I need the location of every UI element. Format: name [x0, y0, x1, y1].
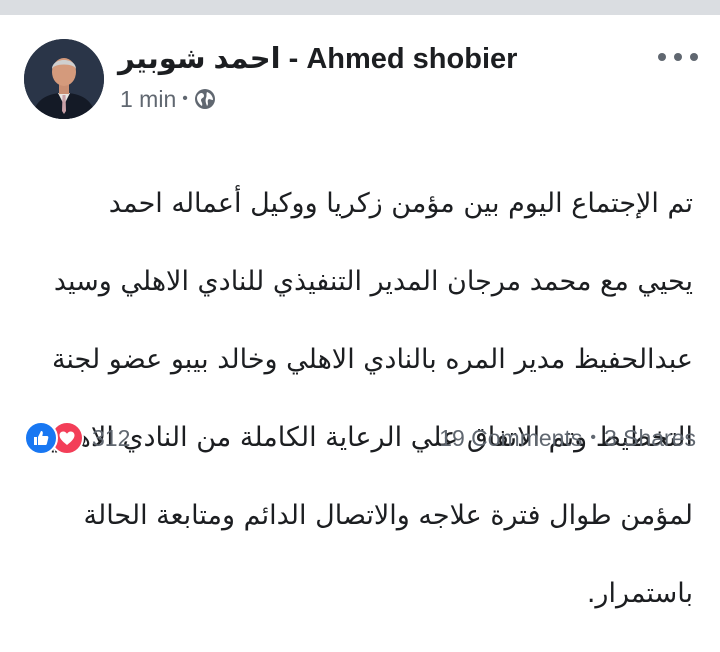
reaction-count: 312 — [92, 424, 131, 451]
more-options-icon[interactable] — [658, 44, 698, 70]
post-body-line: يحيي مع محمد مرجان المدير التنفيذي للناد… — [53, 266, 693, 297]
post-meta: 1 min • — [120, 86, 216, 112]
author-avatar[interactable] — [24, 39, 104, 119]
author-name[interactable]: احمد شوبير - Ahmed shobier — [118, 41, 517, 77]
post-timestamp[interactable]: 1 min — [120, 86, 176, 113]
post-body-line: باستمرار. — [586, 578, 693, 609]
globe-icon[interactable] — [194, 88, 216, 110]
engagement-stats: 19 Comments • 3 Shares — [439, 421, 696, 455]
meta-separator: • — [182, 90, 188, 107]
post-body-line: لمؤمن طوال فترة علاجه والاتصال الدائم وم… — [83, 500, 694, 531]
like-icon — [24, 421, 58, 455]
comments-link[interactable]: 19 Comments — [439, 425, 582, 452]
post-card: احمد شوبير - Ahmed shobier 1 min • تم ال… — [0, 15, 720, 609]
post-body: تم الإجتماع اليوم بين مؤمن زكريا ووكيل أ… — [30, 145, 693, 652]
post-body-line: تم الإجتماع اليوم بين مؤمن زكريا ووكيل أ… — [108, 188, 693, 219]
shares-link[interactable]: 3 Shares — [604, 425, 696, 452]
reactions-summary[interactable]: 312 — [24, 421, 130, 455]
avatar-photo — [24, 39, 104, 119]
post-body-line: عبدالحفيظ مدير المره بالنادي الاهلي وخال… — [51, 344, 693, 375]
top-divider — [0, 0, 720, 15]
stats-separator: • — [590, 429, 596, 446]
post-footer: 312 19 Comments • 3 Shares — [0, 421, 720, 455]
